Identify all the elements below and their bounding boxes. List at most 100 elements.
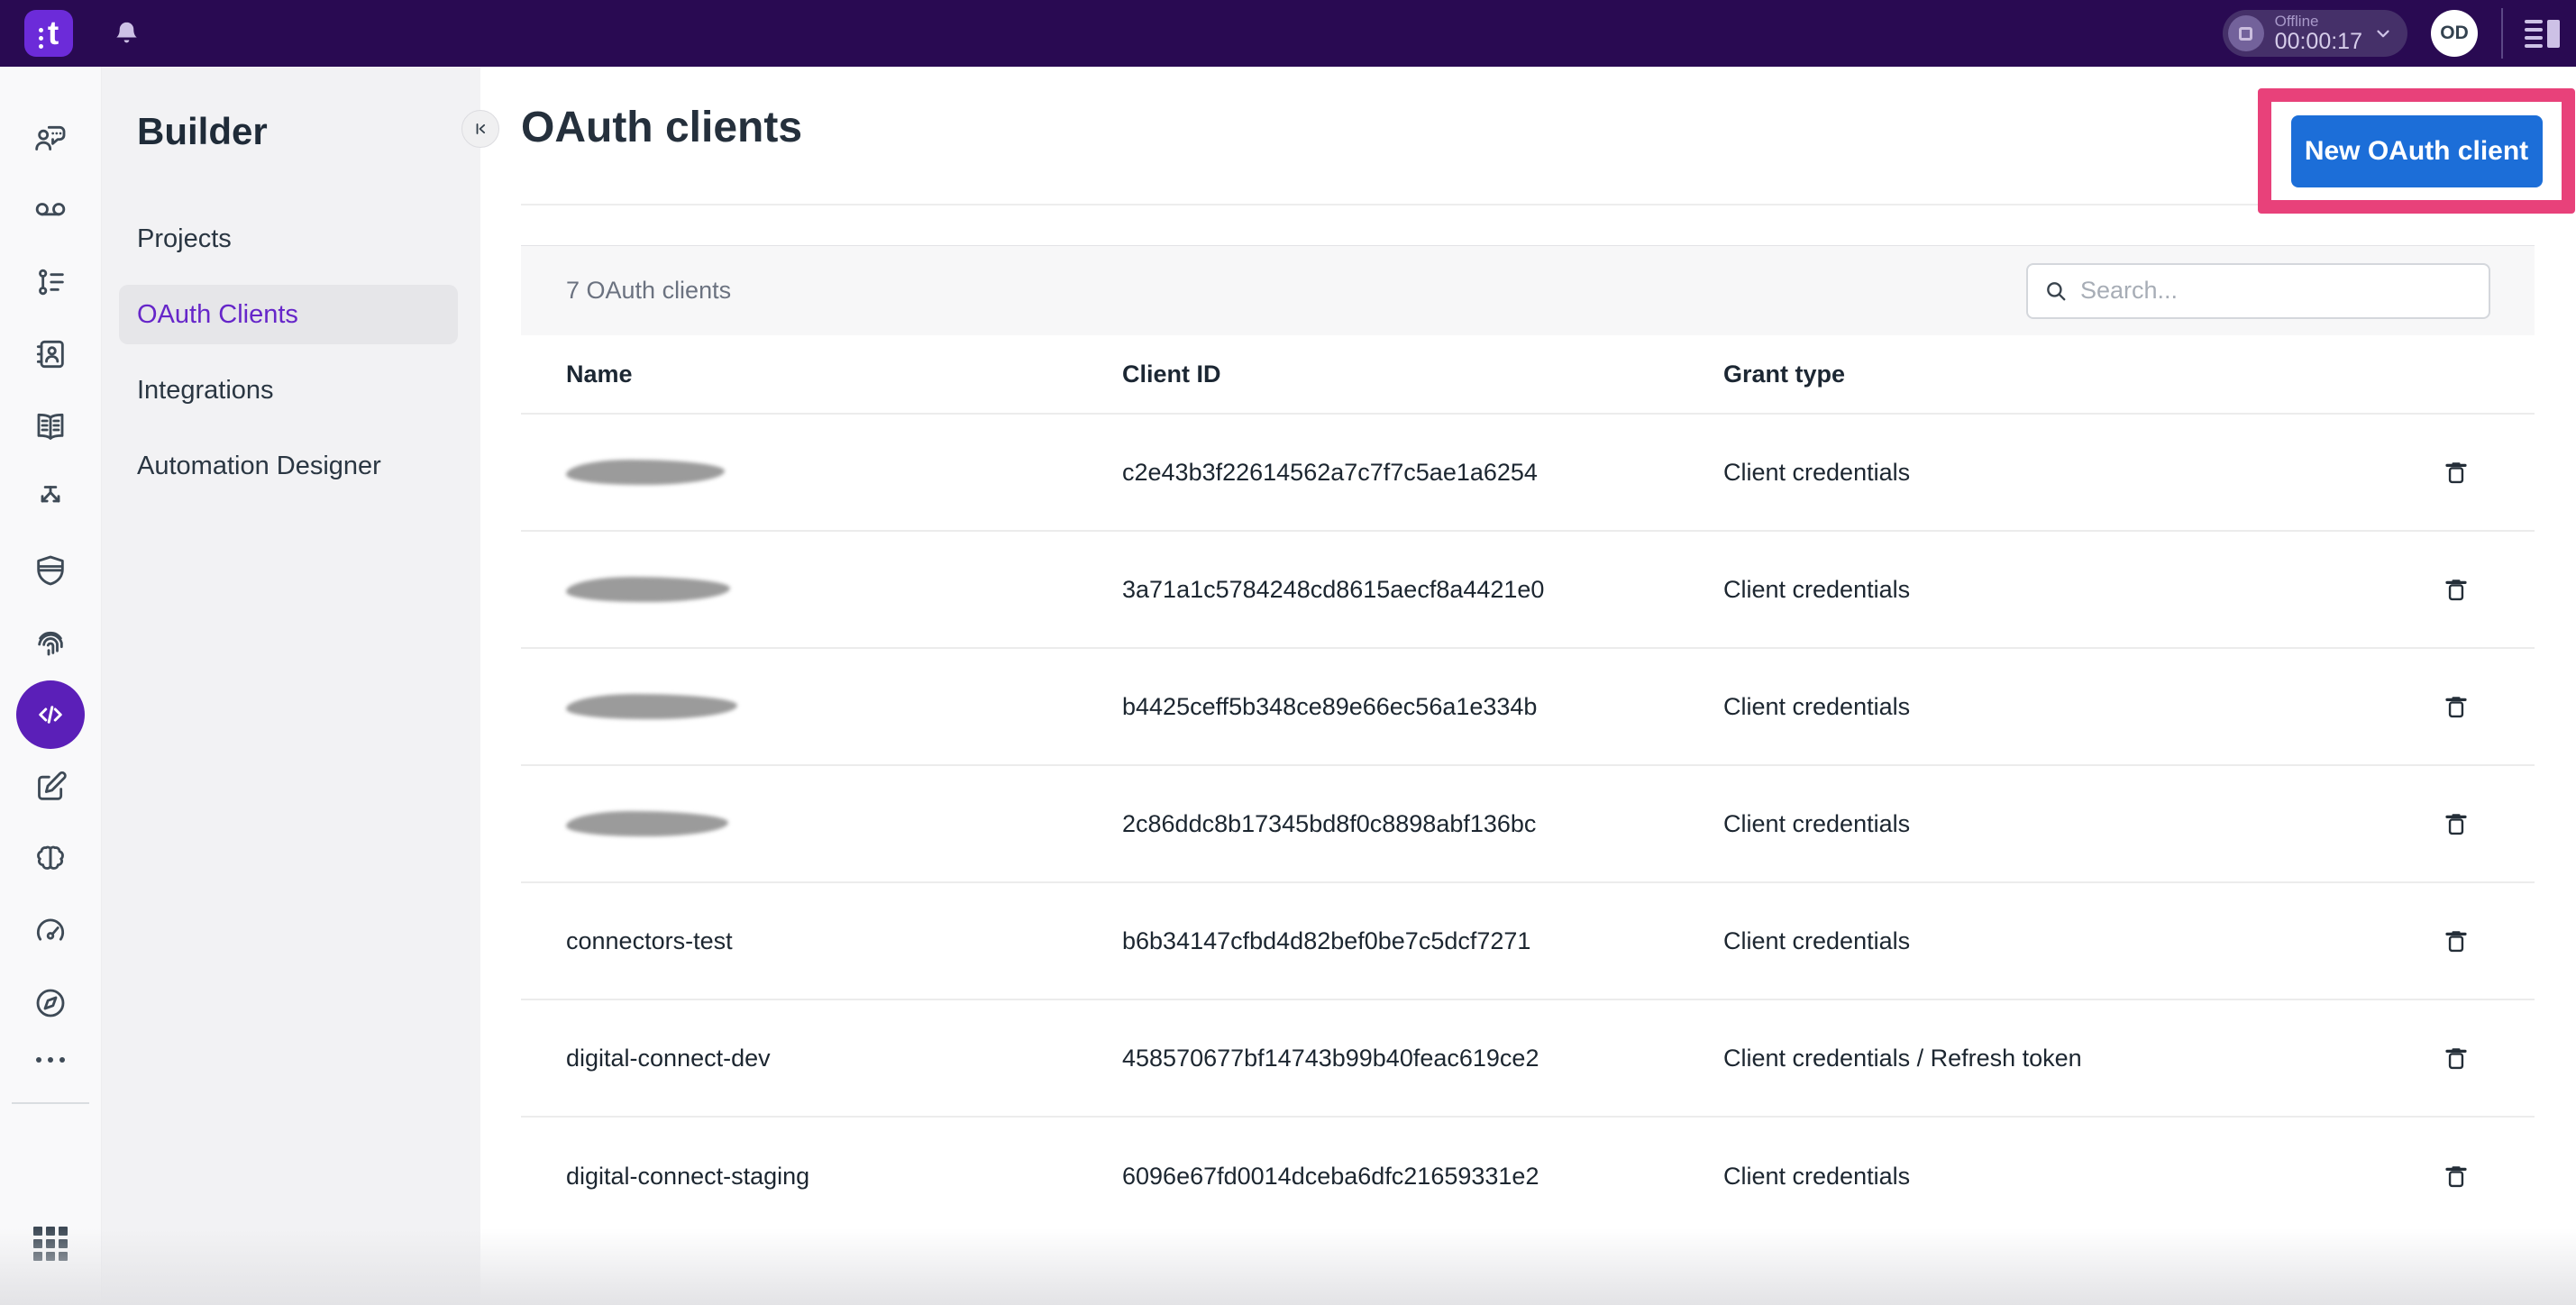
sidebar-collapse-button[interactable] [461, 110, 499, 148]
table-toolbar: 7 OAuth clients [521, 245, 2535, 335]
search-input[interactable] [2080, 277, 2459, 305]
talkdesk-logo[interactable]: t [24, 10, 73, 57]
sidebar-item-label: OAuth Clients [137, 300, 298, 330]
sidebar-item-automation-designer[interactable]: Automation Designer [119, 436, 458, 496]
app-icon-rail [0, 67, 102, 1305]
page-title: OAuth clients [521, 103, 2535, 152]
grant-type-cell: Client credentials / Refresh token [1723, 1045, 2378, 1072]
grant-type-cell: Client credentials [1723, 576, 2378, 604]
main-panel: New OAuth client OAuth clients 7 OAuth c… [480, 67, 2576, 1305]
sidebar-title: Builder [137, 110, 480, 153]
dashboard-speedometer-icon[interactable] [32, 913, 69, 949]
trash-icon [2442, 457, 2471, 488]
more-ellipsis-icon[interactable] [36, 1057, 65, 1063]
table-row[interactable]: connectors-test b6b34147cfbd4d82bef0be7c… [521, 883, 2535, 1000]
explore-compass-icon[interactable] [32, 985, 69, 1021]
knowledge-book-icon[interactable] [32, 408, 69, 444]
sidebar-item-oauth-clients[interactable]: OAuth Clients [119, 285, 458, 344]
routing-icon[interactable] [32, 480, 69, 516]
client-id-cell: b6b34147cfbd4d82bef0be7c5dcf7271 [1122, 927, 1723, 955]
title-divider [521, 204, 2535, 205]
trash-icon [2442, 1161, 2471, 1191]
compose-edit-icon[interactable] [32, 769, 69, 805]
sidebar-item-label: Projects [137, 224, 232, 254]
voicemail-icon[interactable] [32, 192, 69, 228]
status-label: Offline [2275, 14, 2362, 30]
status-timer: 00:00:17 [2275, 30, 2362, 53]
collapse-left-icon [470, 119, 490, 139]
search-icon [2044, 279, 2068, 303]
sidebar-item-integrations[interactable]: Integrations [119, 360, 458, 420]
top-bar: t Offline 00:00:17 OD [0, 0, 2576, 67]
rail-divider [12, 1102, 89, 1104]
code-builder-icon[interactable] [16, 680, 85, 749]
avatar-initials: OD [2440, 23, 2469, 44]
fingerprint-icon[interactable] [32, 625, 69, 661]
contacts-book-icon[interactable] [32, 336, 69, 372]
agent-conversations-icon[interactable] [32, 120, 69, 156]
table-row[interactable]: b4425ceff5b348ce89e66ec56a1e334b Client … [521, 649, 2535, 766]
client-name-cell: connectors-test [566, 927, 1122, 955]
client-id-cell: c2e43b3f22614562a7c7f7c5ae1a6254 [1122, 459, 1723, 487]
delete-client-button[interactable] [2435, 569, 2477, 610]
client-name-cell: digital-connect-staging [566, 1163, 1122, 1191]
side-panel-toggle-icon[interactable] [2525, 20, 2560, 48]
grant-type-cell: Client credentials [1723, 693, 2378, 721]
sidebar-item-projects[interactable]: Projects [119, 209, 458, 269]
oauth-clients-table: 7 OAuth clients Name Client ID Grant typ… [521, 245, 2535, 1235]
client-id-cell: 2c86ddc8b17345bd8f0c8898abf136bc [1122, 810, 1723, 838]
annotation-highlight: New OAuth client [2258, 88, 2575, 214]
topbar-divider [2501, 8, 2503, 59]
redacted-name-blob [566, 694, 737, 719]
delete-client-button[interactable] [2435, 1037, 2477, 1079]
ai-brain-icon[interactable] [32, 841, 69, 877]
builder-sidebar: Builder Projects OAuth Clients Integrati… [102, 67, 480, 1305]
trash-icon [2442, 574, 2471, 605]
client-id-cell: 6096e67fd0014dceba6dfc21659331e2 [1122, 1163, 1723, 1191]
table-row[interactable]: digital-connect-staging 6096e67fd0014dce… [521, 1118, 2535, 1235]
grant-type-cell: Client credentials [1723, 1163, 2378, 1191]
trash-icon [2442, 691, 2471, 722]
redacted-name-blob [566, 577, 730, 602]
delete-client-button[interactable] [2435, 686, 2477, 727]
table-row[interactable]: digital-connect-dev 458570677bf14743b99b… [521, 1000, 2535, 1118]
trash-icon [2442, 926, 2471, 956]
table-row[interactable]: 3a71a1c5784248cd8615aecf8a4421e0 Client … [521, 532, 2535, 649]
table-row[interactable]: c2e43b3f22614562a7c7f7c5ae1a6254 Client … [521, 415, 2535, 532]
apps-grid-icon[interactable] [33, 1227, 68, 1261]
client-id-cell: 458570677bf14743b99b40feac619ce2 [1122, 1045, 1723, 1072]
trash-icon [2442, 808, 2471, 839]
sidebar-nav: Projects OAuth Clients Integrations Auto… [102, 209, 480, 496]
app-window: t Offline 00:00:17 OD [0, 0, 2576, 1305]
delete-client-button[interactable] [2435, 920, 2477, 962]
activity-flow-icon[interactable] [32, 264, 69, 300]
client-id-cell: 3a71a1c5784248cd8615aecf8a4421e0 [1122, 576, 1723, 604]
trash-icon [2442, 1043, 2471, 1073]
client-name-cell: digital-connect-dev [566, 1045, 1122, 1072]
agent-status-selector[interactable]: Offline 00:00:17 [2223, 10, 2407, 57]
sidebar-item-label: Automation Designer [137, 452, 381, 481]
delete-client-button[interactable] [2435, 1155, 2477, 1197]
delete-client-button[interactable] [2435, 452, 2477, 493]
clients-count: 7 OAuth clients [566, 277, 731, 305]
redacted-name-blob [566, 811, 728, 836]
sidebar-item-label: Integrations [137, 376, 274, 406]
table-header-row: Name Client ID Grant type [521, 335, 2535, 415]
grant-type-cell: Client credentials [1723, 810, 2378, 838]
status-stop-icon [2228, 15, 2264, 51]
delete-client-button[interactable] [2435, 803, 2477, 844]
table-row[interactable]: 2c86ddc8b17345bd8f0c8898abf136bc Client … [521, 766, 2535, 883]
chevron-down-icon [2373, 23, 2393, 43]
notifications-bell-icon[interactable] [113, 19, 141, 48]
column-header-grant-type: Grant type [1723, 360, 2378, 388]
logo-dots-icon [39, 28, 43, 49]
user-avatar[interactable]: OD [2431, 10, 2478, 57]
client-id-cell: b4425ceff5b348ce89e66ec56a1e334b [1122, 693, 1723, 721]
security-shield-icon[interactable] [32, 552, 69, 589]
new-oauth-client-button[interactable]: New OAuth client [2291, 115, 2543, 187]
grant-type-cell: Client credentials [1723, 459, 2378, 487]
grant-type-cell: Client credentials [1723, 927, 2378, 955]
column-header-client-id: Client ID [1122, 360, 1723, 388]
column-header-name: Name [566, 360, 1122, 388]
redacted-name-blob [566, 460, 725, 485]
